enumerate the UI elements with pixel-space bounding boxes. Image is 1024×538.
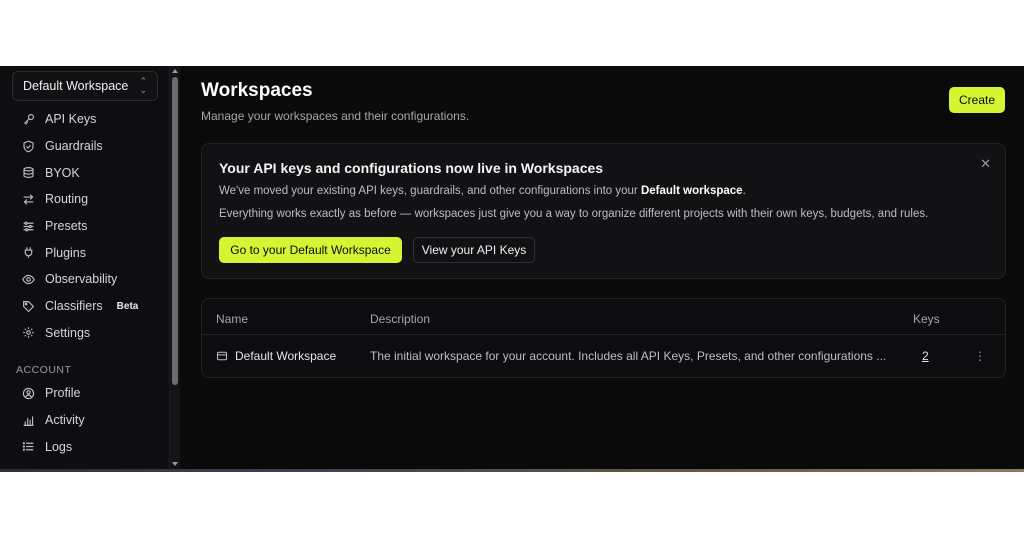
shield-icon [23, 140, 34, 152]
sidebar-item-profile[interactable]: Profile [0, 380, 170, 407]
sidebar-item-byok[interactable]: BYOK [0, 159, 170, 186]
eye-icon [22, 274, 35, 285]
sliders-icon [23, 221, 34, 231]
box-icon [216, 351, 228, 361]
key-icon [24, 113, 34, 125]
sidebar: Default Workspace ⌃ ⌄ API Keys Guardrails… [0, 66, 170, 470]
bar-chart-icon [23, 415, 34, 426]
database-icon [23, 167, 34, 179]
sidebar-item-label: Routing [45, 192, 89, 207]
view-api-keys-button[interactable]: View your API Keys [413, 237, 535, 263]
scroll-down-icon[interactable] [172, 462, 178, 466]
sidebar-item-label: Guardrails [45, 139, 103, 154]
account-nav: Profile Activity Logs [0, 380, 170, 460]
sidebar-item-observability[interactable]: Observability [0, 266, 170, 293]
sidebar-scrollbar[interactable] [170, 66, 180, 470]
background-strip [0, 469, 1024, 472]
workspace-selector-label: Default Workspace [23, 79, 129, 93]
sidebar-item-label: Classifiers [45, 299, 103, 314]
page-subtitle: Manage your workspaces and their configu… [201, 109, 470, 123]
more-options-icon[interactable]: ⋮ [974, 349, 986, 363]
sidebar-item-label: Activity [45, 413, 85, 428]
sidebar-item-logs[interactable]: Logs [0, 433, 170, 460]
beta-badge: Beta [116, 300, 139, 312]
banner-message-bold: Default workspace [640, 185, 743, 197]
sidebar-item-guardrails[interactable]: Guardrails [0, 133, 170, 160]
sidebar-item-classifiers[interactable]: Classifiers Beta [0, 293, 170, 320]
sidebar-item-label: Presets [45, 219, 88, 234]
sidebar-item-label: Logs [45, 439, 73, 454]
workspace-selector[interactable]: Default Workspace ⌃ ⌄ [12, 71, 158, 101]
column-header-name: Name [216, 312, 249, 326]
workspace-name: Default Workspace [235, 349, 337, 363]
go-to-default-workspace-button[interactable]: Go to your Default Workspace [219, 237, 402, 263]
sidebar-item-label: API Keys [45, 112, 97, 127]
account-section-label: ACCOUNT [16, 364, 72, 376]
workspace-name-cell[interactable]: Default Workspace [216, 349, 336, 363]
banner-detail: Everything works exactly as before — wor… [219, 208, 929, 220]
sidebar-item-settings[interactable]: Settings [0, 320, 170, 347]
column-header-keys: Keys [913, 312, 940, 326]
workspaces-table: Name Description Keys Default Workspace … [201, 298, 1006, 378]
workspaces-info-banner: Your API keys and configurations now liv… [201, 143, 1006, 279]
list-icon [22, 442, 34, 452]
close-icon[interactable]: ✕ [980, 156, 991, 172]
create-button[interactable]: Create [949, 87, 1005, 113]
sidebar-item-routing[interactable]: Routing [0, 186, 170, 213]
tag-icon [23, 300, 35, 312]
sidebar-item-label: Settings [45, 325, 91, 340]
banner-title: Your API keys and configurations now liv… [219, 160, 604, 176]
sidebar-item-label: Observability [45, 272, 118, 287]
main-content: Workspaces Manage your workspaces and th… [180, 66, 1024, 470]
banner-message-prefix: We've moved your existing API keys, guar… [219, 185, 641, 197]
chevron-updown-icon: ⌃ ⌄ [139, 76, 147, 95]
column-header-description: Description [370, 312, 431, 326]
scroll-thumb[interactable] [172, 77, 178, 385]
sidebar-item-plugins[interactable]: Plugins [0, 239, 170, 266]
page-title: Workspaces [201, 80, 313, 101]
workspace-keys-link[interactable]: 2 [922, 349, 929, 363]
sidebar-item-presets[interactable]: Presets [0, 213, 170, 240]
workspace-description: The initial workspace for your account. … [370, 349, 887, 363]
banner-message: We've moved your existing API keys, guar… [219, 185, 746, 197]
scroll-up-icon[interactable] [172, 69, 178, 73]
sidebar-item-label: Plugins [45, 245, 86, 260]
table-row[interactable]: Default Workspace The initial workspace … [202, 335, 1005, 378]
user-circle-icon [22, 387, 35, 400]
sidebar-item-label: BYOK [45, 165, 80, 180]
arrows-icon [23, 194, 34, 205]
banner-message-suffix: . [742, 185, 746, 197]
sidebar-item-api-keys[interactable]: API Keys [0, 106, 170, 133]
gear-icon [23, 327, 34, 339]
sidebar-nav: API Keys Guardrails BYOK Routing Presets… [0, 106, 170, 346]
plug-icon [24, 247, 33, 259]
app-window: Default Workspace ⌃ ⌄ API Keys Guardrails… [0, 66, 1024, 470]
sidebar-item-label: Profile [45, 386, 81, 401]
sidebar-item-activity[interactable]: Activity [0, 407, 170, 434]
